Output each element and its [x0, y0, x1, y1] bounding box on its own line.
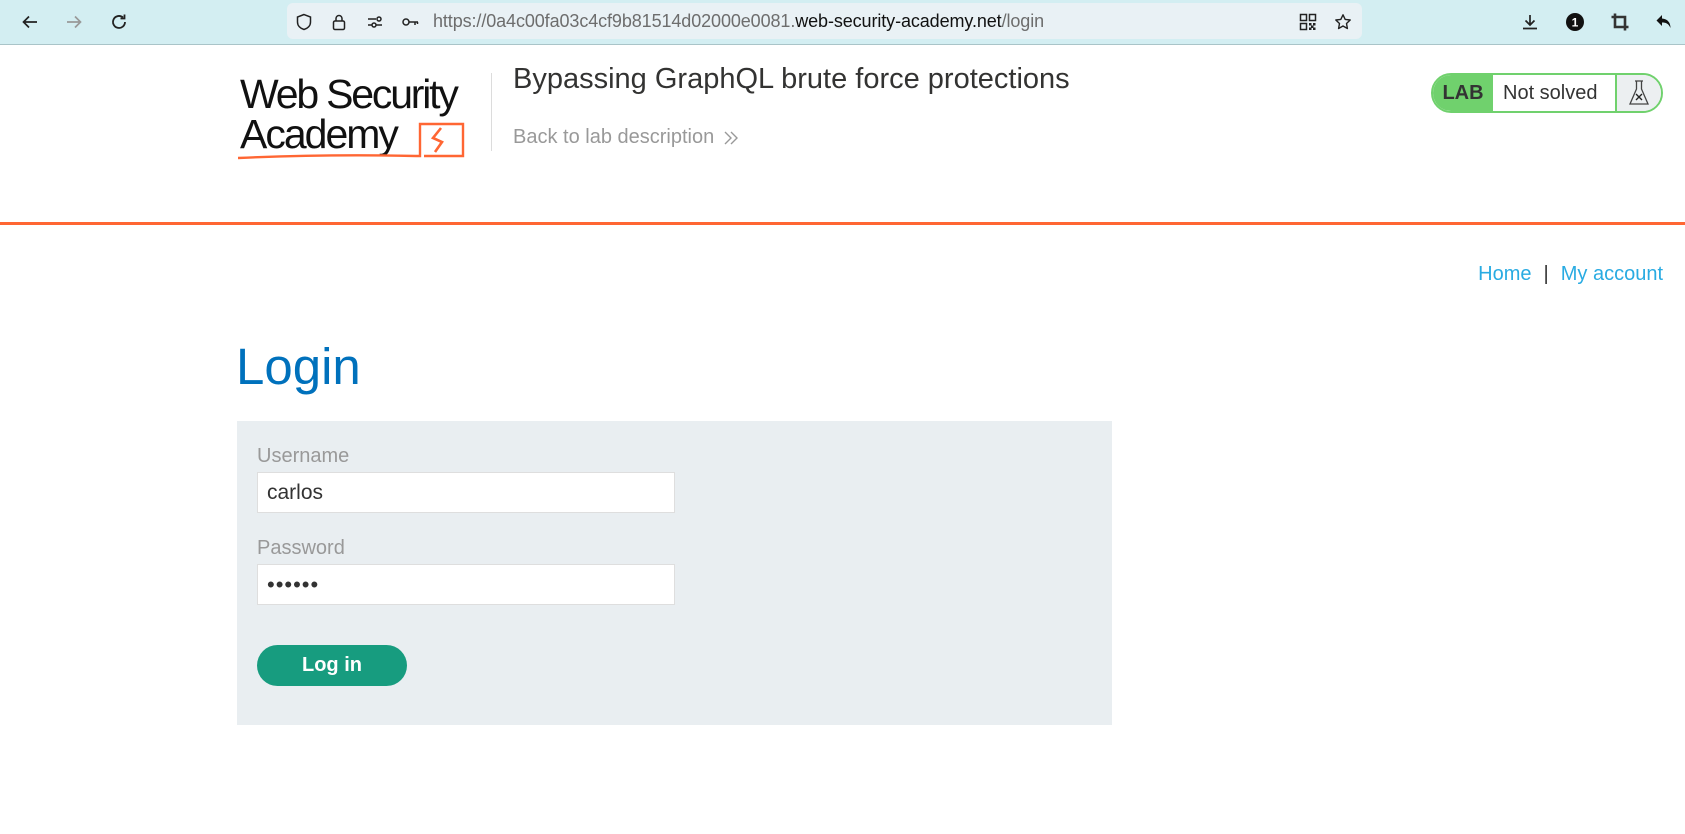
url-text[interactable]: https://0a4c00fa03c4cf9b81514d02000e0081… — [433, 11, 1044, 32]
key-icon[interactable] — [400, 12, 420, 32]
flask-icon — [1629, 80, 1649, 105]
url-domain: web-security-academy.net — [795, 11, 1002, 31]
lab-title: Bypassing GraphQL brute force protection… — [513, 63, 1070, 95]
arrow-left-icon — [22, 15, 37, 29]
undo-icon — [1656, 15, 1671, 28]
password-label: Password — [257, 537, 345, 559]
star-icon[interactable] — [1333, 12, 1353, 32]
browser-toolbar: https://0a4c00fa03c4cf9b81514d02000e0081… — [0, 0, 1685, 45]
logo-bolt-icon — [430, 127, 444, 153]
lab-status-widget: LAB Not solved — [1431, 73, 1663, 113]
qr-code-icon[interactable] — [1298, 12, 1318, 32]
download-icon — [1523, 15, 1537, 30]
double-chevron-right-icon — [724, 131, 739, 144]
undo-button[interactable] — [1650, 8, 1678, 36]
page-title: Login — [236, 338, 361, 395]
login-button[interactable]: Log in — [257, 645, 407, 686]
nav-separator: | — [1543, 263, 1549, 285]
lab-badge: LAB — [1433, 75, 1493, 111]
arrow-right-icon — [67, 15, 82, 29]
username-input[interactable] — [257, 472, 675, 513]
my-account-link[interactable]: My account — [1561, 263, 1663, 286]
header-divider — [0, 222, 1685, 225]
badge-icon: 1 — [1566, 13, 1584, 31]
back-to-lab-description-link[interactable]: Back to lab description — [513, 126, 740, 149]
screenshot-button[interactable] — [1606, 8, 1634, 36]
url-prefix: https://0a4c00fa03c4cf9b81514d02000e0081… — [433, 11, 796, 31]
username-label: Username — [257, 445, 350, 467]
downloads-button[interactable] — [1516, 8, 1544, 36]
back-link-label: Back to lab description — [513, 126, 715, 148]
reload-button[interactable] — [105, 8, 133, 36]
shield-icon[interactable] — [294, 12, 314, 32]
web-security-academy-logo[interactable]: Web Security Academy — [238, 72, 488, 162]
lab-status-text: Not solved — [1493, 75, 1617, 111]
forward-button[interactable] — [60, 8, 88, 36]
sliders-icon[interactable] — [365, 12, 385, 32]
home-link[interactable]: Home — [1478, 263, 1531, 286]
notification-count: 1 — [1572, 16, 1579, 30]
back-button[interactable] — [16, 8, 44, 36]
address-bar[interactable]: https://0a4c00fa03c4cf9b81514d02000e0081… — [287, 3, 1362, 39]
account-nav: Home | My account — [1478, 263, 1663, 286]
logo-divider — [491, 73, 492, 151]
lock-icon[interactable] — [329, 12, 349, 32]
password-input[interactable] — [257, 564, 675, 605]
crop-icon — [1611, 13, 1629, 31]
extension-button[interactable]: 1 — [1561, 8, 1589, 36]
login-form: Username Password Log in — [237, 421, 1112, 725]
reload-icon — [112, 14, 126, 29]
logo-line2: Academy — [240, 111, 399, 157]
lab-flask-button[interactable] — [1617, 75, 1661, 111]
url-path: /login — [1001, 11, 1045, 31]
